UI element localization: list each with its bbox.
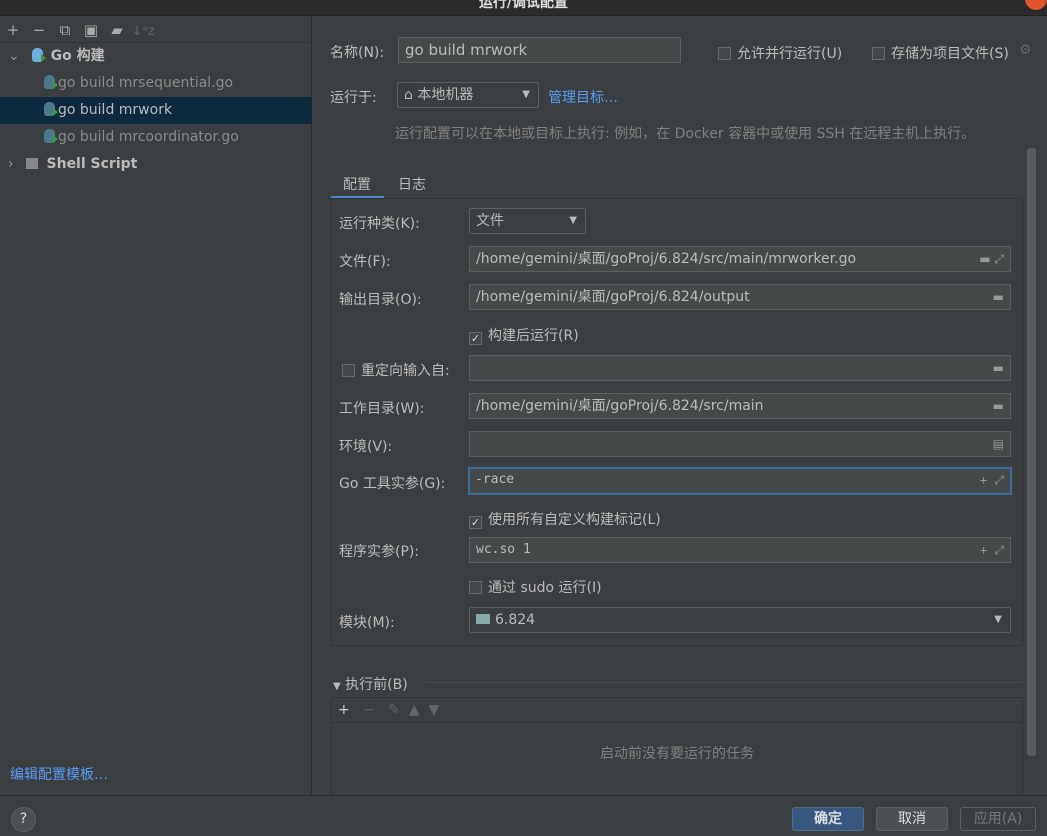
tree-group-shell-script[interactable]: › Shell Script [0,151,312,178]
run-on-description: 运行配置可以在本地或目标上执行: 例如，在 Docker 容器中或使用 SSH … [395,126,976,142]
chevron-right-icon[interactable]: › [8,156,14,172]
output-dir-label: 输出目录(O): [339,292,422,308]
manage-targets-link[interactable]: 管理目标… [548,87,618,107]
chevron-down-icon[interactable]: ⌄ [8,48,20,64]
edit-templates-link[interactable]: 编辑配置模板… [10,764,108,784]
gear-icon[interactable]: ⚙ [1019,42,1032,58]
tab-logs[interactable]: 日志 [398,174,426,194]
run-kind-dropdown[interactable]: 文件 ▼ [469,208,586,234]
workdir-input[interactable]: /home/gemini/桌面/goProj/6.824/src/main ▬ [469,393,1011,419]
use-all-tags-checkbox[interactable]: ✓ 使用所有自定义构建标记(L) [469,509,661,529]
dropdown-arrow-icon: ▼ [522,89,530,100]
help-button[interactable]: ? [11,807,36,832]
dropdown-arrow-icon: ▼ [569,215,577,226]
title-bar: 运行/调试配置 [0,0,1047,16]
remove-icon[interactable]: − [26,19,52,41]
store-as-file-checkbox[interactable]: 存储为项目文件(S) [872,43,1009,63]
add-icon[interactable]: + [0,19,26,41]
add-expand-icon[interactable]: + ⤢ [980,538,1004,562]
tree-label: go build mrcoordinator.go [58,129,239,145]
folder-icon[interactable]: ▬ [993,285,1004,309]
sudo-checkbox[interactable]: 通过 sudo 运行(I) [469,577,602,597]
name-input[interactable]: go build mrwork [398,37,681,63]
run-after-build-checkbox[interactable]: ✓ 构建后运行(R) [469,325,579,345]
allow-parallel-checkbox[interactable]: 允许并行运行(U) [718,43,842,63]
before-launch-toggle[interactable]: ▼ 执行前(B) [333,674,408,694]
workdir-label: 工作目录(W): [339,401,425,417]
cancel-button[interactable]: 取消 [876,807,948,831]
tree-item[interactable]: go build mrsequential.go [0,70,312,97]
run-kind-label: 运行种类(K): [339,216,420,232]
remove-task-icon[interactable]: − [363,702,375,718]
tree-group-go-build[interactable]: ⌄ Go 构建 [0,43,312,70]
scrollbar[interactable] [1027,148,1036,756]
tab-config[interactable]: 配置 [343,174,371,194]
go-tool-args-label: Go 工具实参(G): [339,476,446,492]
program-args-input[interactable]: wc.so 1 + ⤢ [469,537,1011,563]
tree-label: Shell Script [46,156,138,172]
window-title: 运行/调试配置 [478,0,569,11]
edit-icon[interactable]: ✎ [388,702,400,718]
home-icon: ⌂ [404,87,413,103]
tree-label: Go 构建 [50,48,105,64]
go-tool-args-input[interactable]: -race + ⤢ [468,467,1012,495]
env-input[interactable]: ▤ [469,431,1011,457]
env-label: 环境(V): [339,439,393,455]
tree-item-selected[interactable]: go build mrwork [0,97,312,124]
apply-button[interactable]: 应用(A) [960,807,1036,831]
go-run-icon [44,75,58,89]
output-dir-input[interactable]: /home/gemini/桌面/goProj/6.824/output ▬ [469,284,1011,310]
file-label: 文件(F): [339,254,391,270]
go-icon [32,48,47,62]
move-up-icon[interactable]: ▲ [409,702,420,718]
add-expand-icon[interactable]: + ⤢ [980,469,1004,491]
module-label: 模块(M): [339,615,395,631]
sidebar: + − ⧉ ▣ ▰ ↓ᵃz ⌄ Go 构建 go build mrsequential.g… [0,17,312,795]
name-label: 名称(N): [330,45,385,61]
sidebar-toolbar: + − ⧉ ▣ ▰ ↓ᵃz [0,19,156,41]
sort-icon[interactable]: ↓ᵃz [130,21,156,43]
file-input[interactable]: /home/gemini/桌面/goProj/6.824/src/main/mr… [469,246,1011,272]
tree-item[interactable]: go build mrcoordinator.go [0,124,312,151]
folder-icon[interactable]: ▬ [993,356,1004,380]
empty-tasks-text: 启动前没有要运行的任务 [600,746,754,762]
triangle-down-icon: ▼ [333,681,341,692]
save-icon[interactable]: ▣ [78,19,104,41]
module-folder-icon [476,614,490,624]
shell-icon [26,158,39,169]
run-on-dropdown[interactable]: ⌂ 本地机器 ▼ [397,82,539,108]
tree-label: go build mrwork [58,102,173,118]
module-dropdown[interactable]: 6.824 ▼ [469,607,1011,633]
add-task-icon[interactable]: + [338,702,350,718]
run-on-label: 运行于: [330,90,377,106]
before-launch-list: + − ✎ ▲ ▼ 启动前没有要运行的任务 [331,697,1023,797]
move-down-icon[interactable]: ▼ [429,702,440,718]
ok-button[interactable]: 确定 [792,807,864,831]
go-run-icon [44,129,58,143]
folder-icon[interactable]: ▬ [993,394,1004,418]
dropdown-arrow-icon: ▼ [994,614,1002,625]
redirect-input-field[interactable]: ▬ [469,355,1011,381]
new-folder-icon[interactable]: ▰ [104,19,130,41]
go-run-icon [44,102,58,116]
folder-expand-icon[interactable]: ▬ ⤢ [979,247,1004,271]
tree-label: go build mrsequential.go [58,75,234,91]
copy-icon[interactable]: ⧉ [52,19,78,41]
redirect-input-checkbox[interactable]: 重定向输入自: [342,360,450,380]
document-icon[interactable]: ▤ [993,432,1004,456]
program-args-label: 程序实参(P): [339,544,420,560]
